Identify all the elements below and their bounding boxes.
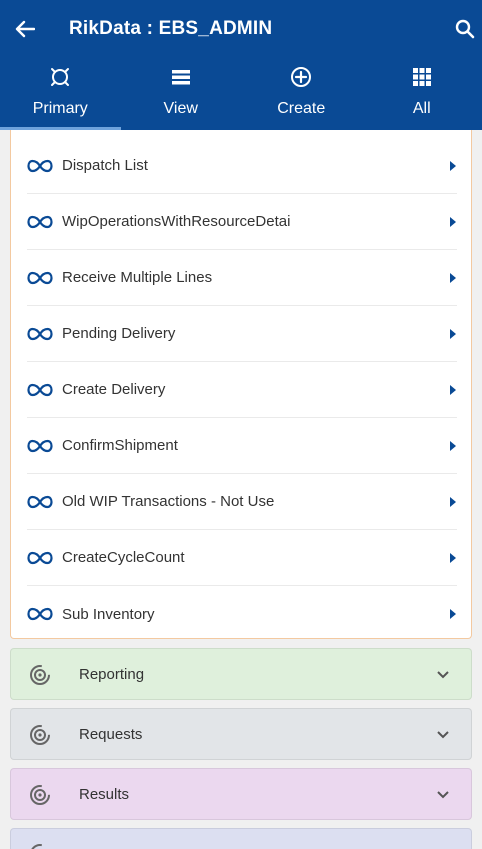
list-item[interactable]: Pending Delivery	[27, 306, 457, 362]
list-item[interactable]: CreateCycleCount	[27, 530, 457, 586]
list-item[interactable]: ConfirmShipment	[27, 418, 457, 474]
list-item[interactable]: Create Delivery	[27, 362, 457, 418]
header-row: RikData : EBS_ADMIN	[0, 0, 482, 58]
list-item[interactable]: Dispatch List	[27, 138, 457, 194]
list-item-label: Old WIP Transactions - Not Use	[62, 493, 275, 510]
tab-create[interactable]: Create	[241, 62, 362, 130]
chevron-down-icon	[437, 671, 449, 679]
radar-icon	[30, 725, 50, 745]
app-header: RikData : EBS_ADMIN Primary View Create …	[0, 0, 482, 130]
link-icon	[27, 327, 53, 340]
caret-right-icon	[450, 384, 456, 395]
link-icon	[27, 607, 53, 621]
list-item-label: Dispatch List	[62, 157, 148, 174]
section-partial[interactable]	[10, 828, 472, 849]
list-item-label: Pending Delivery	[62, 325, 176, 342]
caret-right-icon	[450, 160, 456, 171]
caret-right-icon	[450, 552, 456, 563]
list-item-label: Receive Multiple Lines	[62, 269, 213, 286]
caret-right-icon	[450, 496, 456, 507]
chevron-down-icon	[437, 791, 449, 799]
link-icon	[27, 383, 53, 396]
back-button[interactable]	[10, 14, 40, 44]
tab-label: View	[163, 100, 198, 117]
section-label: Requests	[79, 726, 143, 743]
target-icon	[51, 68, 70, 86]
list-item[interactable]: Old WIP Transactions - Not Use	[27, 474, 457, 530]
caret-right-icon	[450, 440, 456, 451]
list-item-label: ConfirmShipment	[62, 437, 178, 454]
radar-icon	[30, 785, 50, 805]
link-icon	[27, 551, 53, 564]
section-reporting[interactable]: Reporting	[10, 648, 472, 700]
section-label: Reporting	[79, 666, 145, 683]
list-item-label: WipOperationsWithResourceDetai	[62, 213, 291, 230]
caret-right-icon	[450, 216, 456, 227]
list-item[interactable]: WipOperationsWithResourceDetai	[27, 194, 457, 250]
caret-right-icon	[450, 328, 456, 339]
tab-label: Create	[277, 100, 326, 117]
section-label: Results	[79, 786, 130, 803]
list-item-label: CreateCycleCount	[62, 549, 185, 566]
link-icon	[27, 159, 53, 172]
list-item-label: Create Delivery	[62, 381, 166, 398]
tab-label: All	[412, 100, 431, 117]
grid-icon	[412, 68, 431, 86]
chevron-down-icon	[437, 731, 449, 739]
list-item[interactable]: Sub Inventory	[27, 586, 457, 642]
tab-view[interactable]: View	[121, 62, 242, 130]
plus-circle-icon	[291, 67, 312, 87]
section-requests[interactable]: Requests	[10, 708, 472, 760]
page-title: RikData : EBS_ADMIN	[69, 18, 273, 39]
section-results[interactable]: Results	[10, 768, 472, 820]
search-icon	[455, 19, 475, 39]
caret-right-icon	[450, 272, 456, 283]
radar-icon	[30, 665, 50, 685]
tab-primary[interactable]: Primary	[0, 62, 121, 130]
tab-bar: Primary View Create All	[0, 62, 482, 130]
list-item-label: Sub Inventory	[62, 605, 155, 623]
list-item[interactable]: Receive Multiple Lines	[27, 250, 457, 306]
arrow-left-icon	[15, 20, 35, 38]
link-icon	[27, 271, 53, 284]
tab-all[interactable]: All	[362, 62, 482, 130]
tab-label: Primary	[32, 100, 88, 117]
link-icon	[27, 215, 53, 228]
link-icon	[27, 439, 53, 452]
list-icon	[171, 70, 190, 85]
link-icon	[27, 495, 53, 508]
caret-right-icon	[450, 609, 456, 619]
search-button[interactable]	[450, 14, 480, 44]
radar-icon	[31, 844, 49, 849]
primary-list: Dispatch List WipOperationsWithResourceD…	[10, 130, 472, 639]
